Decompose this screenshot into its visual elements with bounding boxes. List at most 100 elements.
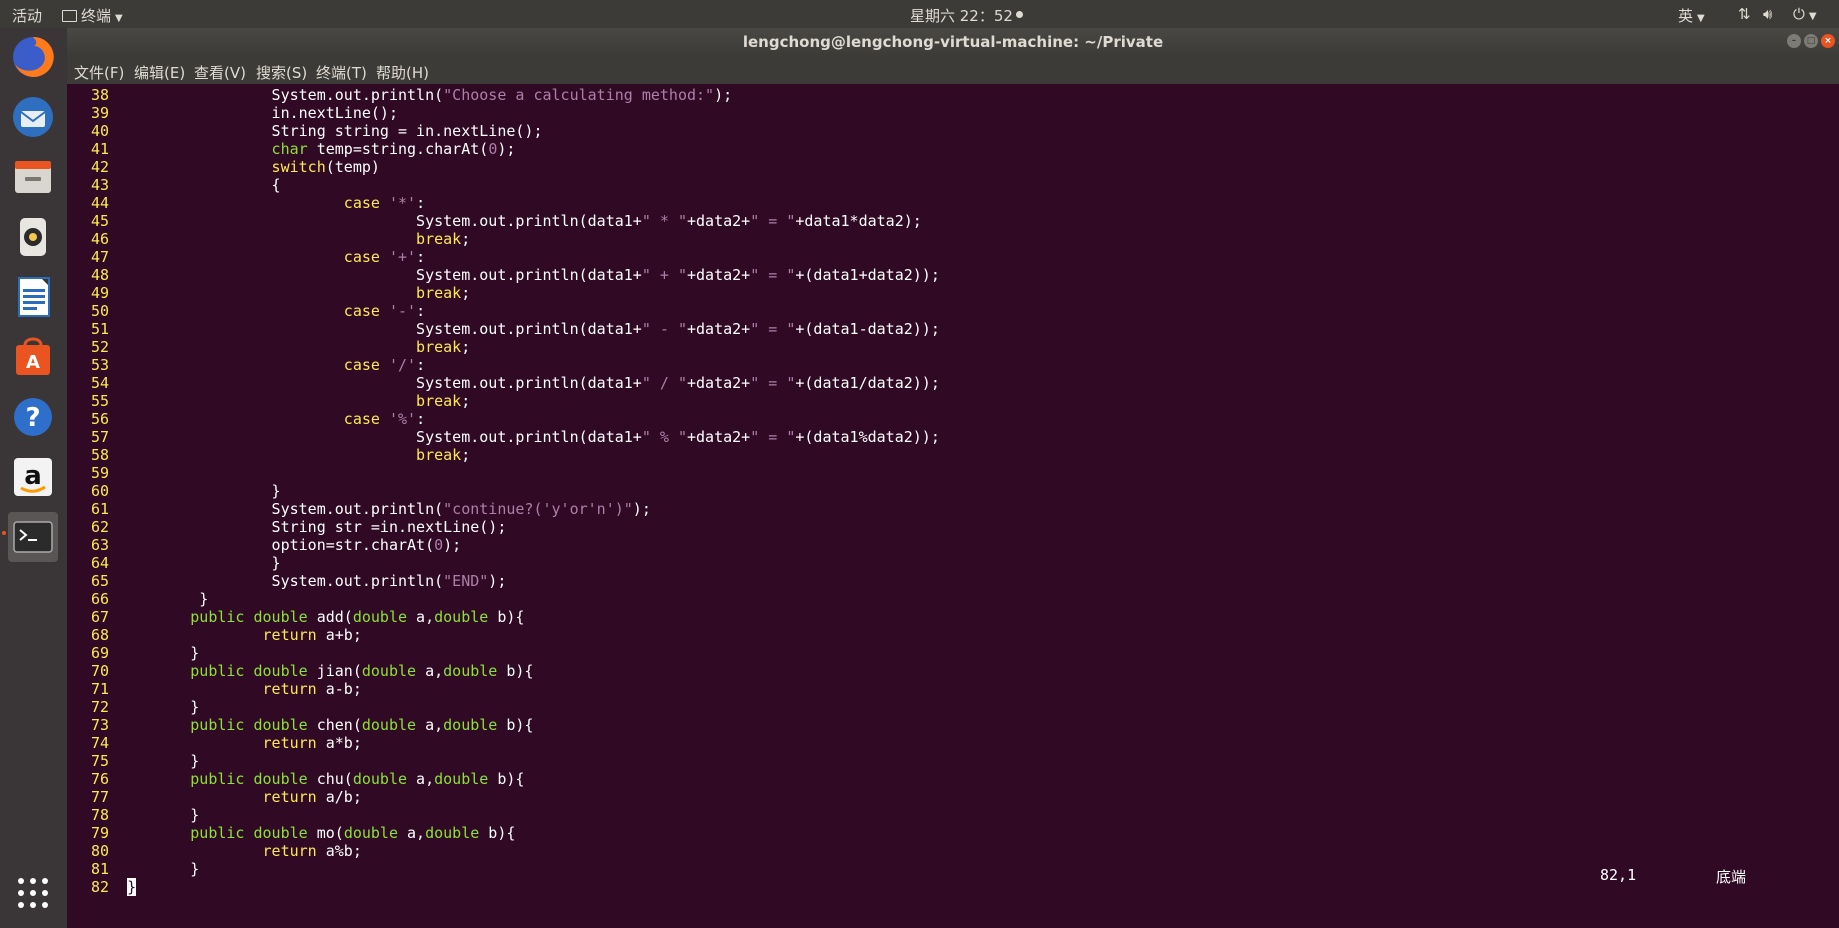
volume-icon[interactable]: 🔊︎: [1763, 5, 1772, 23]
network-icon[interactable]: ⇅: [1738, 5, 1751, 23]
notification-dot-icon: [1015, 11, 1023, 18]
line-number: 52: [90, 338, 109, 356]
code-token: System.out.println(data1+: [127, 428, 642, 446]
code-token: 0: [488, 140, 498, 158]
code-token: System.out.println(data1+: [127, 212, 642, 230]
code-token: b){: [488, 608, 525, 626]
activities-button[interactable]: 活动: [12, 5, 42, 26]
cursor-position: 82,1: [1600, 866, 1637, 884]
code-token: break: [127, 230, 462, 248]
thunderbird-icon[interactable]: [8, 92, 58, 142]
code-token: a,: [416, 716, 444, 734]
menu-edit[interactable]: 编辑(E): [134, 62, 185, 83]
power-menu[interactable]: ⏻ ▼: [1793, 5, 1817, 23]
code-text: }: [109, 878, 137, 896]
code-line: 52 break;: [67, 338, 470, 356]
code-token: add(: [307, 608, 353, 626]
close-icon[interactable]: ×: [1821, 34, 1835, 48]
code-line: 51 System.out.println(data1+" - "+data2+…: [67, 320, 940, 338]
code-text: }: [109, 860, 199, 878]
line-number: 49: [90, 284, 109, 302]
window-titlebar[interactable]: lengchong@lengchong-virtual-machine: ~/P…: [67, 28, 1839, 56]
line-number: 55: [90, 392, 109, 410]
code-line: 56 case '%':: [67, 410, 425, 428]
code-line: 47 case '+':: [67, 248, 425, 266]
code-line: 78 }: [67, 806, 199, 824]
code-token: ;: [461, 446, 471, 464]
code-text: return a+b;: [109, 626, 362, 644]
rhythmbox-icon[interactable]: [8, 212, 58, 262]
menu-terminal[interactable]: 终端(T): [316, 62, 367, 83]
menu-view[interactable]: 查看(V): [194, 62, 246, 83]
code-line: 41 char temp=string.charAt(0);: [67, 140, 515, 158]
code-text: String str =in.nextLine();: [109, 518, 507, 536]
writer-icon[interactable]: [8, 272, 58, 322]
code-text: {: [109, 176, 281, 194]
software-icon[interactable]: A: [8, 332, 58, 382]
code-token: char: [127, 140, 308, 158]
code-token: return: [127, 680, 317, 698]
code-text: char temp=string.charAt(0);: [109, 140, 516, 158]
code-text: option=str.charAt(0);: [109, 536, 462, 554]
code-text: break;: [109, 284, 470, 302]
line-number: 62: [90, 518, 109, 536]
minimize-icon[interactable]: –: [1787, 34, 1801, 48]
help-icon[interactable]: ?: [8, 392, 58, 442]
firefox-icon[interactable]: [8, 32, 58, 82]
code-line: 70 public double jian(double a,double b)…: [67, 662, 534, 680]
code-line: 49 break;: [67, 284, 470, 302]
code-token: public double: [127, 662, 308, 680]
dock: A ? a: [0, 28, 68, 928]
menu-file[interactable]: 文件(F): [74, 62, 124, 83]
code-token: public double: [127, 716, 308, 734]
code-line: 82 }: [67, 878, 137, 896]
app-grid-icon[interactable]: [8, 868, 58, 918]
code-token: return: [127, 734, 317, 752]
code-text: case '+':: [109, 248, 425, 266]
terminal-icon[interactable]: [8, 512, 58, 562]
line-number: 57: [90, 428, 109, 446]
code-token: " = ": [750, 266, 796, 284]
app-menu[interactable]: 终端 ▼: [62, 5, 123, 26]
files-icon[interactable]: [8, 152, 58, 202]
code-token: }: [127, 806, 200, 824]
running-indicator: [2, 531, 6, 535]
code-text: case '-':: [109, 302, 425, 320]
code-token: "END": [443, 572, 489, 590]
code-line: 43 {: [67, 176, 281, 194]
code-token: System.out.println(: [127, 572, 444, 590]
line-number: 54: [90, 374, 109, 392]
input-method-menu[interactable]: 英 ▼: [1678, 5, 1705, 26]
code-token: '*': [388, 194, 417, 212]
vim-editor[interactable]: 38 System.out.println("Choose a calculat…: [67, 84, 1839, 928]
code-token: public double: [127, 824, 308, 842]
line-number: 67: [90, 608, 109, 626]
code-line: 61 System.out.println("continue?('y'or'n…: [67, 500, 651, 518]
clock[interactable]: 星期六 22：52: [910, 5, 1023, 26]
code-token: +data2+: [686, 374, 751, 392]
code-token: temp=string.charAt(: [307, 140, 489, 158]
code-token: b){: [479, 824, 516, 842]
code-token: a/b;: [316, 788, 362, 806]
line-number: 81: [90, 860, 109, 878]
code-line: 77 return a/b;: [67, 788, 362, 806]
amazon-icon[interactable]: a: [8, 452, 58, 502]
code-token: ;: [461, 284, 471, 302]
menu-search[interactable]: 搜索(S): [256, 62, 307, 83]
code-text: }: [109, 554, 281, 572]
line-number: 46: [90, 230, 109, 248]
code-token: +data2+: [686, 212, 751, 230]
code-token: " = ": [750, 212, 796, 230]
code-line: 57 System.out.println(data1+" % "+data2+…: [67, 428, 940, 446]
code-token: );: [714, 86, 733, 104]
code-line: 63 option=str.charAt(0);: [67, 536, 461, 554]
code-token: a,: [416, 662, 444, 680]
maximize-icon[interactable]: □: [1804, 34, 1818, 48]
code-line: 67 public double add(double a,double b){: [67, 608, 525, 626]
code-token: a+b;: [316, 626, 362, 644]
menu-help[interactable]: 帮助(H): [376, 62, 429, 83]
code-token: jian(: [307, 662, 362, 680]
code-token: a%b;: [316, 842, 362, 860]
